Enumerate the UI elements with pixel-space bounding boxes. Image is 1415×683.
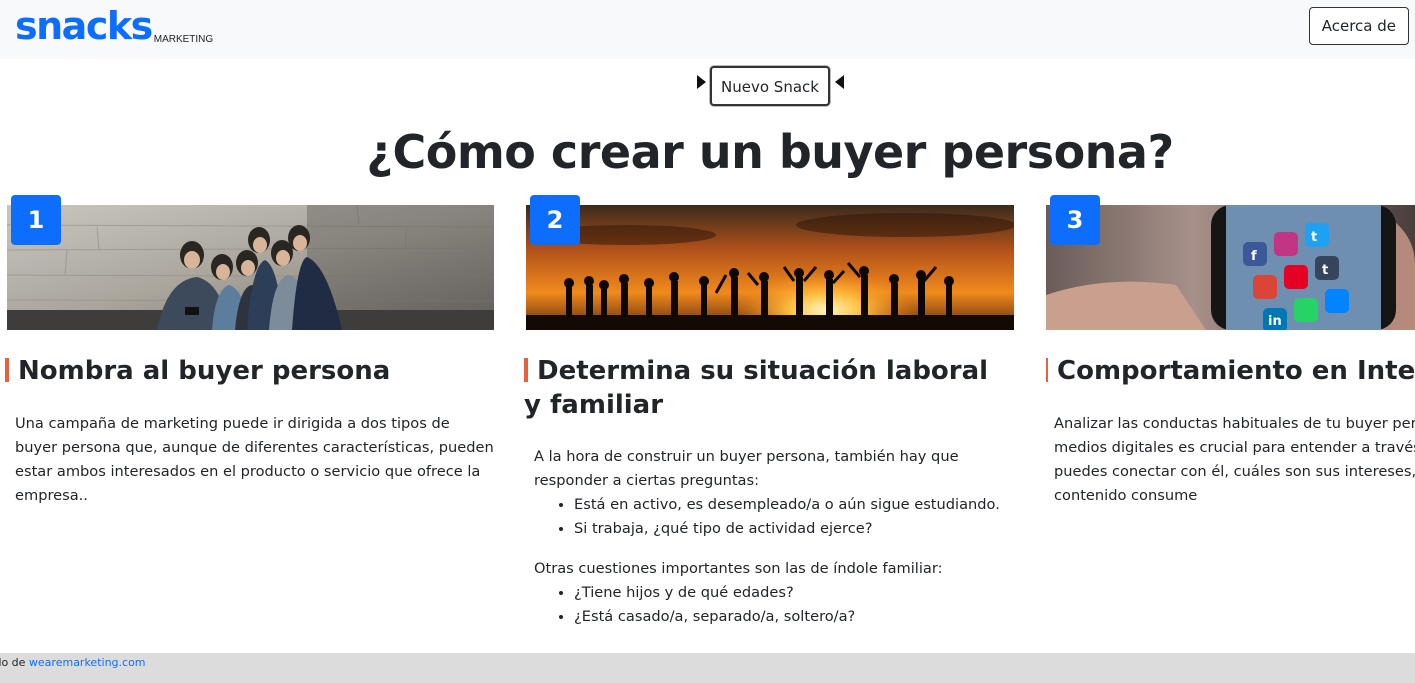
- accent-bar: [524, 358, 528, 382]
- card-heading-text: Nombra al buyer persona: [18, 356, 391, 386]
- new-snack-button[interactable]: Nuevo Snack: [710, 66, 830, 106]
- step-number-badge: 1: [11, 195, 61, 245]
- list-item: Está en activo, es desempleado/a o aún s…: [574, 493, 1018, 517]
- card-text: Una campaña de marketing puede ir dirigi…: [15, 415, 494, 504]
- svg-text:t: t: [1311, 230, 1317, 245]
- family-list: ¿Tiene hijos y de qué edades? ¿Está casa…: [534, 581, 1018, 629]
- footer-link[interactable]: wearemarketing.com: [29, 656, 146, 669]
- brand-subtitle: MARKETING: [153, 34, 214, 45]
- accent-bar: [1046, 358, 1048, 382]
- list-item: ¿Está casado/a, separado/a, soltero/a?: [574, 605, 1018, 629]
- list-item: ¿Tiene hijos y de qué edades?: [574, 581, 1018, 605]
- page-title: ¿Cómo crear un buyer persona?: [366, 125, 1174, 179]
- card-heading: Determina su situación laboral y familia…: [524, 354, 994, 422]
- card-heading-text: Comportamiento en Internet: [1057, 356, 1415, 386]
- arrow-right-icon: [697, 75, 706, 89]
- step-card-3: f t t in 3 Comportamiento en Internet An…: [1046, 195, 1415, 515]
- card-text: Analizar las conductas habituales de tu …: [1054, 415, 1415, 504]
- smartphone-social-apps-photo: f t t in: [1046, 205, 1415, 330]
- brand-logo[interactable]: snacks MARKETING: [15, 6, 213, 46]
- svg-text:t: t: [1322, 263, 1328, 278]
- card-intro-2: Otras cuestiones importantes son las de …: [534, 560, 943, 577]
- footer: mado de wearemarketing.com: [0, 653, 1415, 683]
- svg-text:in: in: [1268, 314, 1282, 329]
- arrow-left-icon: [835, 75, 844, 89]
- card-heading-text: Determina su situación laboral y familia…: [524, 356, 989, 420]
- svg-text:f: f: [1251, 249, 1257, 264]
- situation-list: Está en activo, es desempleado/a o aún s…: [534, 493, 1018, 541]
- card-heading: Nombra al buyer persona: [5, 354, 495, 388]
- footer-prefix: mado de: [0, 656, 26, 669]
- navbar: snacks MARKETING Acerca de: [0, 0, 1415, 59]
- accent-bar: [5, 358, 9, 382]
- card-intro: A la hora de construir un buyer persona,…: [534, 448, 959, 489]
- card-heading: Comportamiento en Internet: [1046, 354, 1415, 388]
- step-card-1: 1 Nombra al buyer persona Una campaña de…: [5, 195, 495, 504]
- group-selfie-photo: [7, 205, 494, 330]
- step-number-badge: 3: [1050, 195, 1100, 245]
- step-card-2: 2 Determina su situación laboral y famil…: [524, 195, 1018, 635]
- step-number-badge: 2: [530, 195, 580, 245]
- list-item: Si trabaja, ¿qué tipo de actividad ejerc…: [574, 517, 1018, 541]
- brand-name: snacks: [15, 4, 153, 48]
- about-button[interactable]: Acerca de: [1308, 7, 1409, 45]
- sunset-silhouettes-photo: [526, 205, 1014, 330]
- new-snack-control: Nuevo Snack: [0, 66, 1415, 106]
- card-text: A la hora de construir un buyer persona,…: [534, 445, 1018, 629]
- footer-text: mado de wearemarketing.com: [0, 656, 146, 669]
